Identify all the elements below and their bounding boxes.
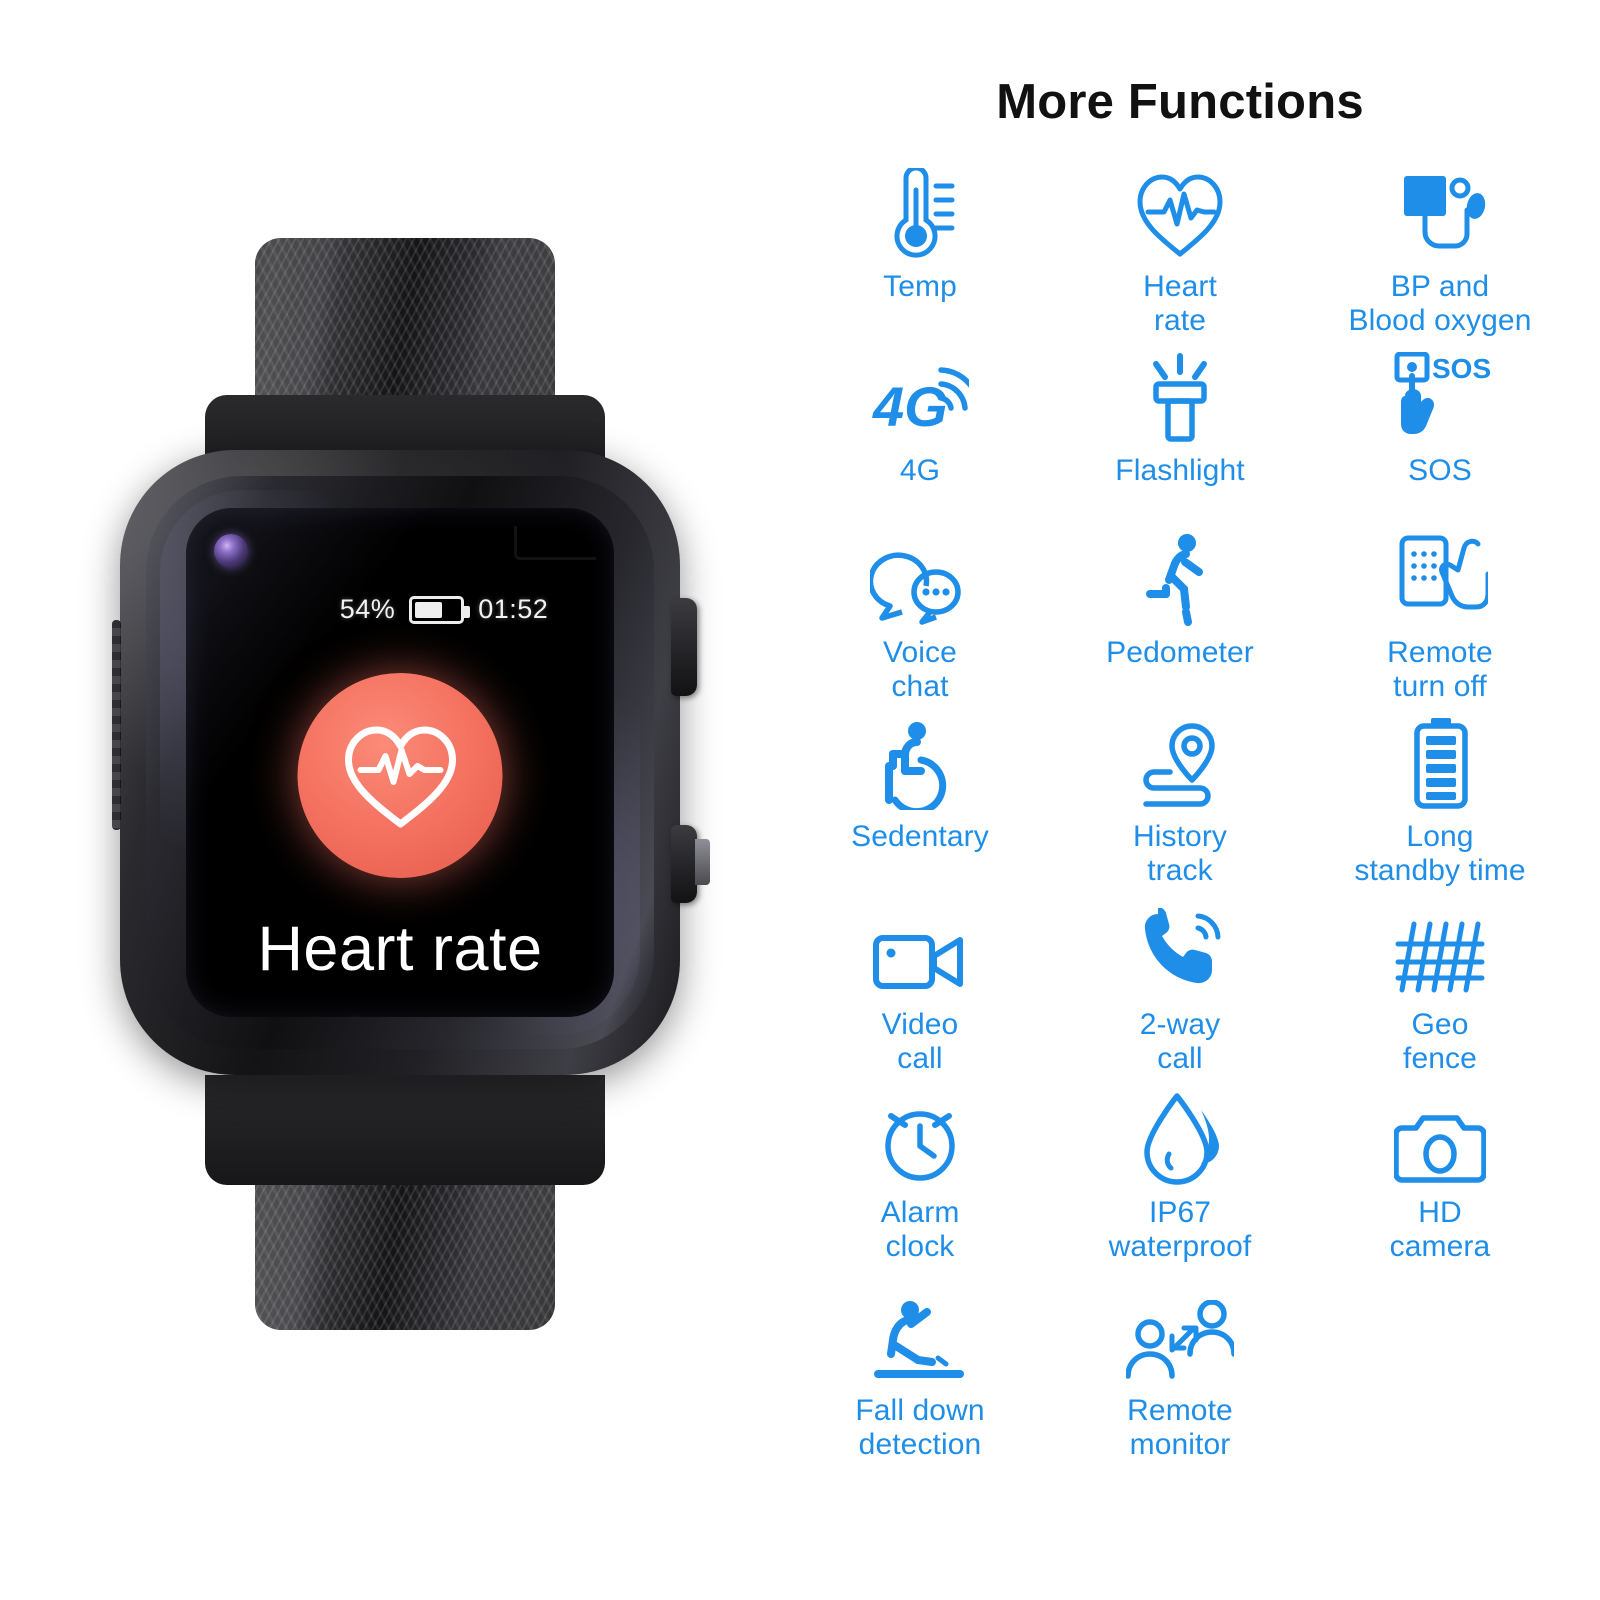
flashlight-icon [1134, 352, 1226, 444]
feature-label: Video call [881, 1008, 959, 1075]
feature-item-history-track[interactable]: History track [1050, 718, 1310, 906]
smartwatch-product-image: 54% 01:52 Heart rate [0, 0, 760, 1600]
camera-lens-icon [214, 534, 248, 568]
watch-lug-bottom [205, 1075, 605, 1185]
feature-item-video-call[interactable]: Video call [790, 906, 1050, 1094]
running-person-icon [1142, 534, 1218, 626]
feature-label: SOS [1408, 454, 1472, 487]
speaker-grill [112, 620, 121, 830]
feature-item-flashlight[interactable]: Flashlight [1050, 352, 1310, 534]
page-title: More Functions [996, 75, 1364, 129]
feature-label: Geo fence [1403, 1008, 1477, 1075]
two-people-arrows-icon [1126, 1292, 1234, 1384]
feature-item-2-way-call[interactable]: 2-way call [1050, 906, 1310, 1094]
video-camera-icon [872, 906, 968, 998]
feature-item-4g[interactable]: 4G 4G [790, 352, 1050, 534]
more-functions-panel: More Functions Temp Heart rate BP and Bloo… [760, 0, 1600, 1600]
infographic-page: 54% 01:52 Heart rate More Functions Temp… [0, 0, 1600, 1600]
feature-item-sedentary[interactable]: Sedentary [790, 718, 1050, 906]
feature-item-alarm-clock[interactable]: Alarm clock [790, 1094, 1050, 1292]
water-drop-icon [1135, 1093, 1225, 1186]
feature-item-remote-turn-off[interactable]: Remote turn off [1310, 534, 1570, 718]
feature-row: Fall down detection Remote monitor [790, 1292, 1570, 1482]
watch-case: 54% 01:52 Heart rate [112, 450, 710, 1075]
feature-label: 2-way call [1139, 1008, 1221, 1075]
feature-label: Voice chat [883, 636, 957, 703]
feature-item-remote-monitor[interactable]: Remote monitor [1050, 1292, 1310, 1482]
feature-row: Video call 2-way call Geo fence [790, 906, 1570, 1094]
thermometer-icon [878, 164, 962, 260]
feature-row: Sedentary History track Long standby time [790, 718, 1570, 906]
feature-item-ip67-waterproof[interactable]: IP67 waterproof [1050, 1093, 1310, 1292]
svg-text:4G: 4G [872, 375, 948, 438]
fence-icon [1392, 906, 1488, 998]
feature-label: Temp [883, 270, 957, 303]
feature-item-temp[interactable]: Temp [790, 164, 1050, 352]
feature-item-long-standby-time[interactable]: Long standby time [1310, 718, 1570, 906]
blood-pressure-cuff-icon [1392, 164, 1488, 260]
seated-person-icon [875, 718, 965, 810]
speech-bubbles-icon [870, 534, 970, 626]
camera-icon [1394, 1094, 1486, 1186]
feature-row: 4G 4G Flashlight SOS SOS [790, 352, 1570, 534]
feature-label: Flashlight [1115, 454, 1245, 487]
battery-full-icon [1405, 718, 1475, 810]
watch-screen[interactable]: 54% 01:52 Heart rate [186, 508, 614, 1017]
feature-label: Remote turn off [1387, 636, 1493, 703]
hand-phone-icon [1392, 534, 1488, 626]
feature-label: IP67 waterproof [1108, 1196, 1252, 1263]
heart-pulse-icon [344, 726, 456, 827]
svg-text:SOS: SOS [1432, 353, 1491, 384]
feature-label: HD camera [1389, 1196, 1491, 1263]
feature-item-hd-camera[interactable]: HD camera [1310, 1094, 1570, 1292]
feature-label: BP and Blood oxygen [1348, 270, 1532, 337]
feature-grid: Temp Heart rate BP and Blood oxygen 4G 4G Fla… [760, 164, 1600, 1482]
feature-row: Alarm clock IP67 waterproof HD camera [790, 1093, 1570, 1292]
battery-icon [409, 595, 471, 624]
watch-status-bar: 54% 01:52 [230, 594, 614, 625]
battery-percent-label: 54% [339, 594, 396, 624]
feature-item-heart-rate[interactable]: Heart rate [1050, 164, 1310, 352]
phone-waves-icon [1136, 906, 1224, 998]
feature-label: Alarm clock [880, 1196, 960, 1263]
feature-label: Fall down detection [855, 1394, 985, 1461]
feature-label: Sedentary [851, 820, 989, 853]
watch-time-label: 01:52 [478, 594, 549, 624]
feature-row: Temp Heart rate BP and Blood oxygen [790, 164, 1570, 352]
sensor-notch [514, 526, 596, 560]
heart-rate-app-icon[interactable] [297, 673, 503, 878]
feature-item-voice-chat[interactable]: Voice chat [790, 534, 1050, 718]
feature-item-fall-down-detection[interactable]: Fall down detection [790, 1292, 1050, 1482]
feature-row: Voice chat Pedometer Remote turn off [790, 534, 1570, 718]
feature-label: 4G [899, 454, 941, 487]
feature-label: Remote monitor [1127, 1394, 1233, 1461]
4g-signal-icon: 4G [871, 352, 969, 444]
feature-item-geo-fence[interactable]: Geo fence [1310, 906, 1570, 1094]
feature-item-pedometer[interactable]: Pedometer [1050, 534, 1310, 718]
feature-item-bp-and-blood-oxygen[interactable]: BP and Blood oxygen [1310, 164, 1570, 352]
feature-item-sos[interactable]: SOS SOS [1310, 352, 1570, 534]
screen-app-label: Heart rate [257, 914, 543, 984]
heart-pulse-icon [1134, 164, 1226, 260]
map-pin-route-icon [1132, 718, 1228, 810]
sos-hand-icon: SOS [1385, 352, 1495, 444]
feature-label: Pedometer [1106, 636, 1254, 669]
falling-person-icon [870, 1292, 970, 1384]
feature-label: History track [1132, 820, 1228, 887]
side-button-top[interactable] [671, 598, 697, 696]
feature-label: Long standby time [1354, 820, 1526, 887]
alarm-clock-icon [875, 1094, 965, 1186]
side-button-bottom[interactable] [671, 825, 710, 903]
feature-label: Heart rate [1143, 270, 1217, 337]
